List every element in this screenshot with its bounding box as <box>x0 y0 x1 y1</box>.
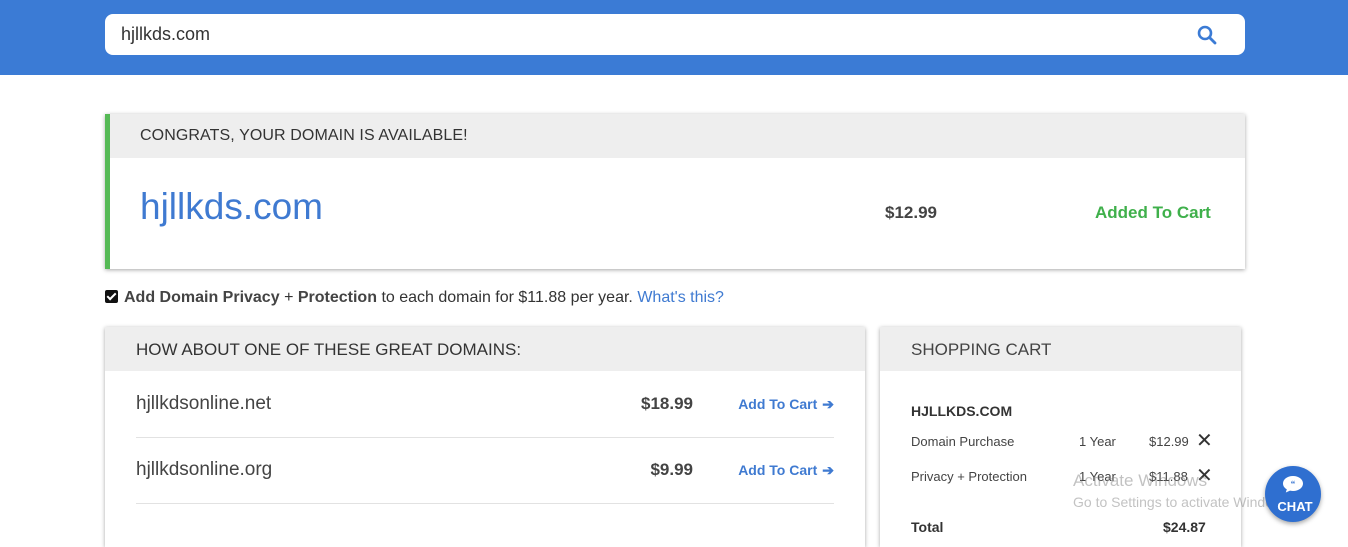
add-to-cart-button[interactable]: Add To Cart ➔ <box>738 396 834 413</box>
search-icon[interactable] <box>1197 25 1217 45</box>
whats-this-link[interactable]: What's this? <box>637 289 724 306</box>
available-heading: CONGRATS, YOUR DOMAIN IS AVAILABLE! <box>140 127 468 144</box>
cart-total-label: Total <box>911 519 944 535</box>
add-to-cart-button[interactable]: Add To Cart ➔ <box>738 462 834 479</box>
chat-label: CHAT <box>1277 499 1313 514</box>
available-domain-name: hjllkds.com <box>140 186 323 227</box>
privacy-option: Add Domain Privacy + Protection to each … <box>105 289 724 307</box>
privacy-description: to each domain for $11.88 per year. <box>381 289 633 306</box>
cart-total: Total $24.87 <box>911 519 1216 535</box>
suggested-domain-name: hjllkdsonline.net <box>136 393 272 414</box>
privacy-checkbox[interactable] <box>105 290 118 303</box>
cart-total-value: $24.87 <box>1163 519 1206 535</box>
chat-bubble-icon: “ <box>1283 476 1303 493</box>
suggested-domain-price: $18.99 <box>641 394 693 413</box>
chat-button[interactable]: “ CHAT <box>1265 466 1321 522</box>
domain-available-card: CONGRATS, YOUR DOMAIN IS AVAILABLE! hjll… <box>105 114 1245 269</box>
privacy-plus: + <box>284 289 294 306</box>
added-to-cart-status[interactable]: Added To Cart <box>1095 203 1211 223</box>
add-to-cart-label: Add To Cart <box>738 396 818 412</box>
search-bar[interactable]: hjllkds.com <box>105 14 1245 55</box>
remove-item-icon[interactable]: ✕ <box>1196 431 1213 451</box>
cart-item-price: $12.99 <box>1149 434 1189 449</box>
cart-item-term: 1 Year <box>1079 434 1116 449</box>
suggested-header: HOW ABOUT ONE OF THESE GREAT DOMAINS: <box>105 327 865 371</box>
suggested-domain-price: $9.99 <box>650 460 693 479</box>
suggested-domain-name: hjllkdsonline.org <box>136 459 273 480</box>
privacy-label-bold-2: Protection <box>297 289 377 306</box>
arrow-right-icon: ➔ <box>822 462 834 478</box>
list-item: hjllkdsonline.org $9.99 Add To Cart ➔ <box>136 437 834 504</box>
cart-header: SHOPPING CART <box>880 327 1241 371</box>
cart-item-name: Domain Purchase <box>911 434 1015 449</box>
cart-heading: SHOPPING CART <box>911 340 1052 359</box>
suggested-heading: HOW ABOUT ONE OF THESE GREAT DOMAINS: <box>136 340 522 359</box>
shopping-cart-card: SHOPPING CART HJLLKDS.COM Domain Purchas… <box>880 327 1241 547</box>
cart-domain-name: HJLLKDS.COM <box>911 403 1013 419</box>
available-domain-price: $12.99 <box>885 203 937 222</box>
cart-item-name: Privacy + Protection <box>911 469 1027 484</box>
suggested-domains-card: HOW ABOUT ONE OF THESE GREAT DOMAINS: hj… <box>105 327 865 547</box>
activate-windows-watermark: Activate Windows <box>1073 471 1208 490</box>
privacy-label-bold: Add Domain Privacy <box>124 289 280 306</box>
top-bar: hjllkds.com <box>0 0 1348 75</box>
search-input[interactable]: hjllkds.com <box>121 24 210 45</box>
add-to-cart-label: Add To Cart <box>738 462 818 478</box>
arrow-right-icon: ➔ <box>822 396 834 412</box>
available-header: CONGRATS, YOUR DOMAIN IS AVAILABLE! <box>110 114 1245 158</box>
activate-windows-subtext: Go to Settings to activate Windows. <box>1073 494 1294 510</box>
svg-text:“: “ <box>1291 479 1296 489</box>
list-item: hjllkdsonline.net $18.99 Add To Cart ➔ <box>136 371 834 438</box>
